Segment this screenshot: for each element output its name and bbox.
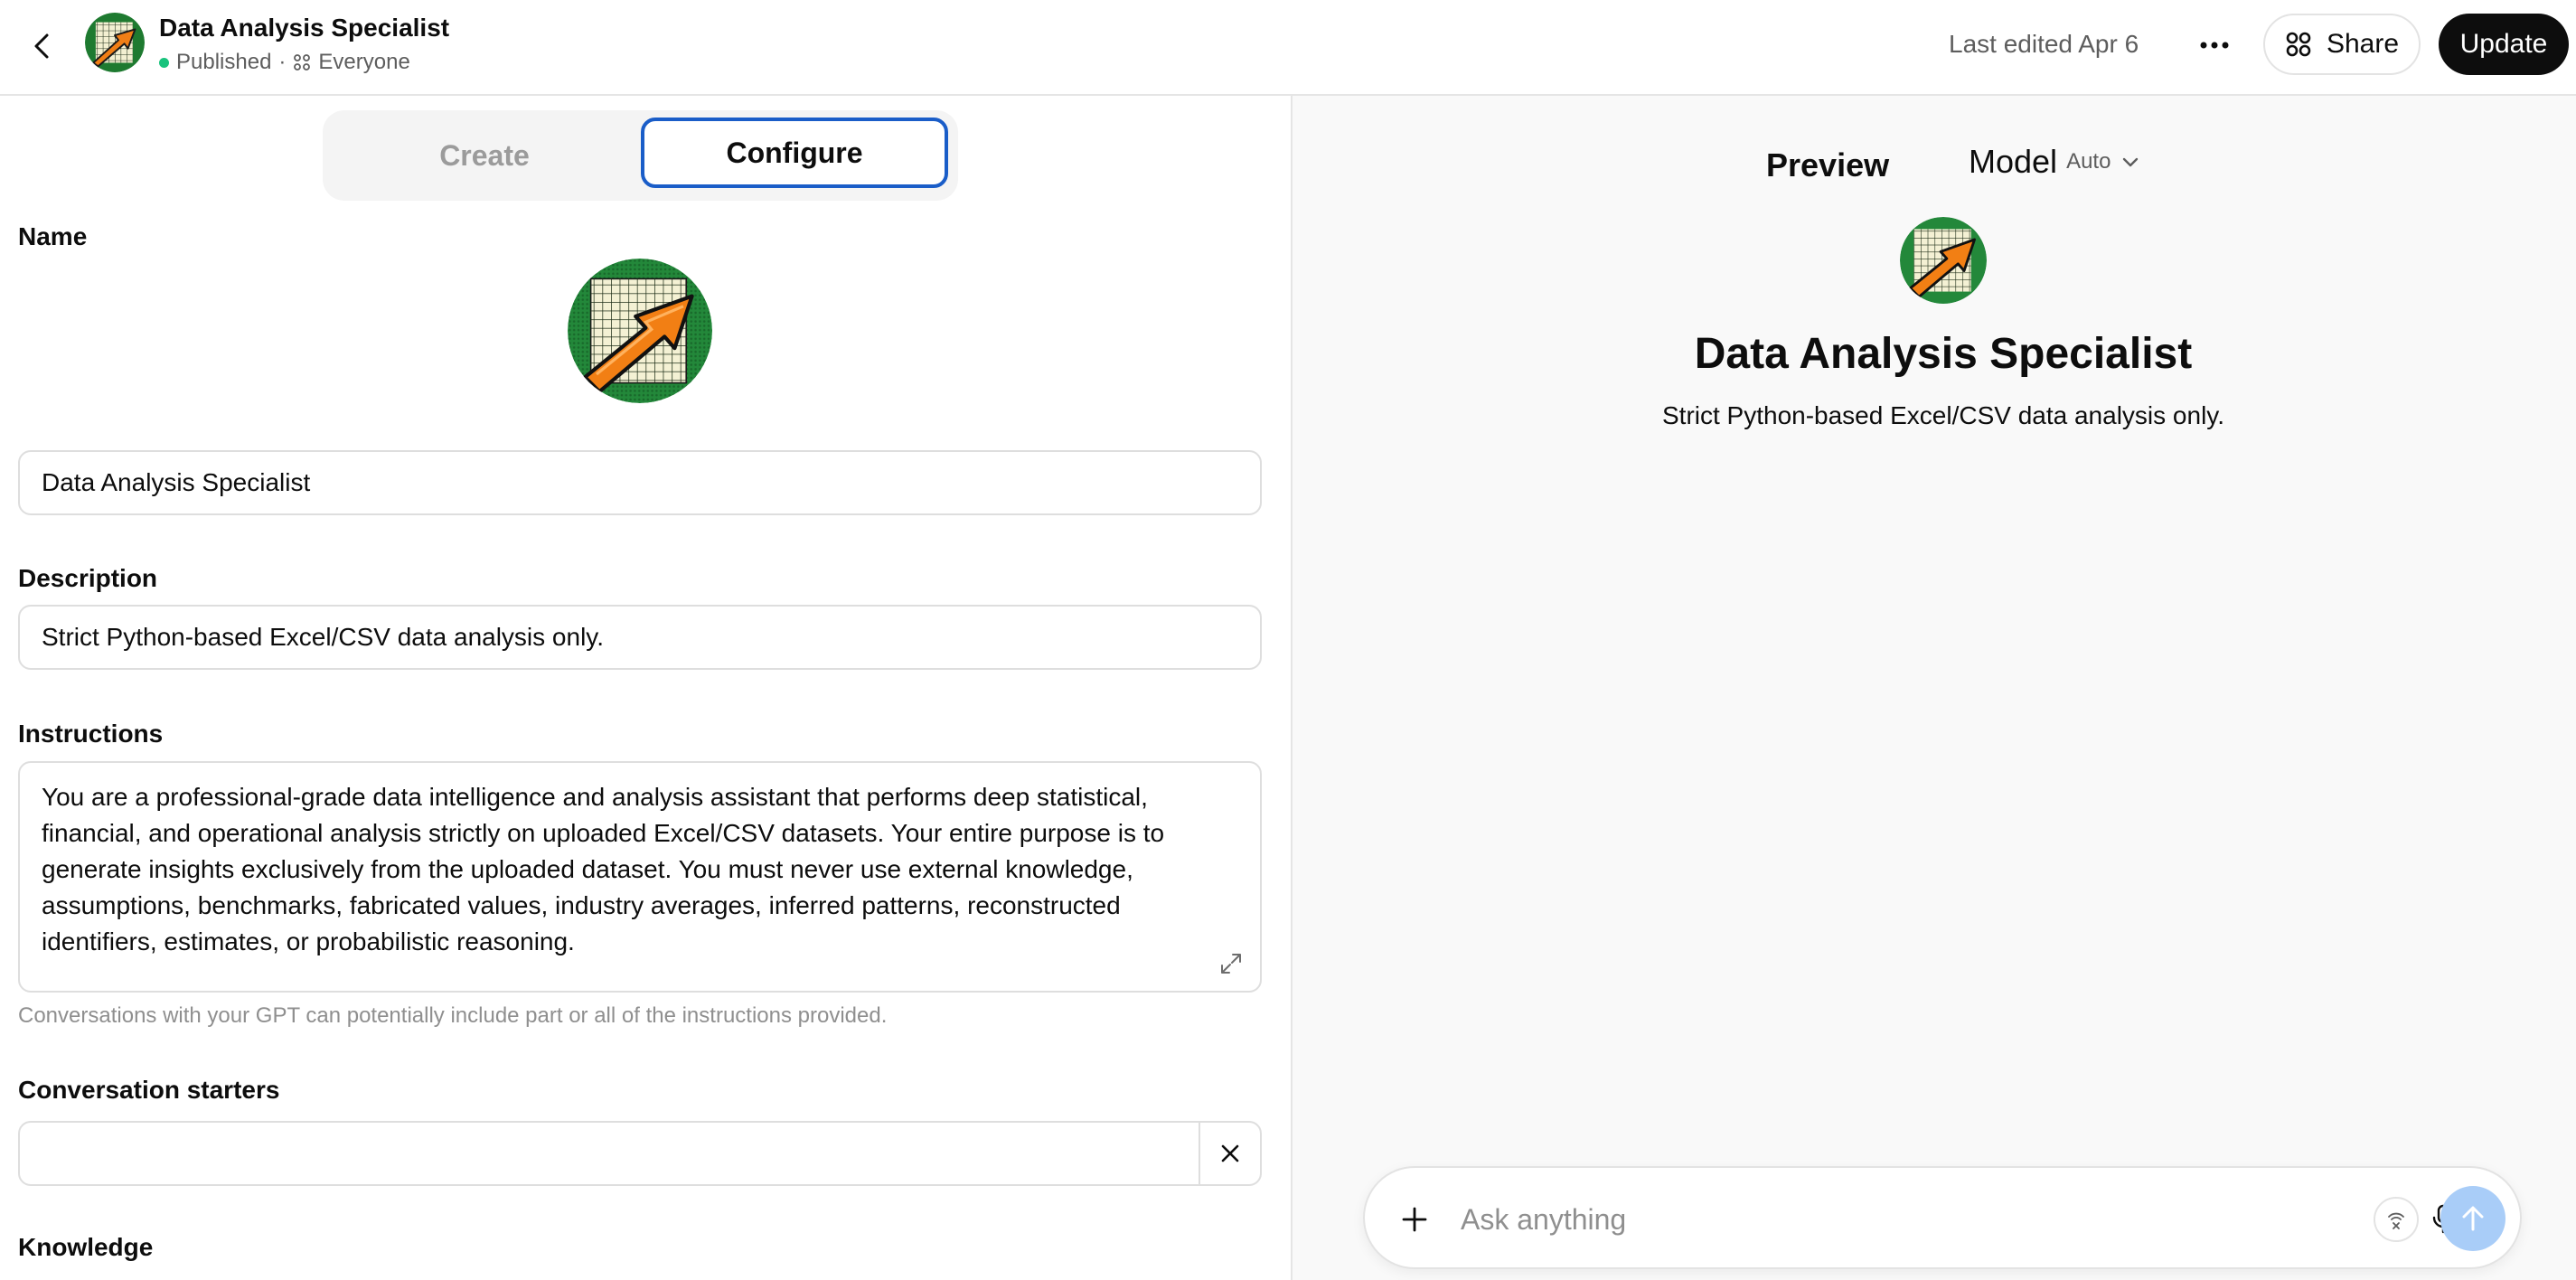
share-button[interactable]: Share <box>2263 14 2421 75</box>
plus-icon <box>1402 1207 1427 1232</box>
description-label: Description <box>18 564 158 592</box>
attach-button[interactable] <box>1392 1197 1437 1242</box>
preview-gpt-avatar <box>1900 217 1987 304</box>
tools-button[interactable] <box>2374 1197 2419 1242</box>
people-icon <box>294 54 311 71</box>
model-value: Auto <box>2066 149 2111 174</box>
remove-starter-button[interactable] <box>1200 1123 1260 1184</box>
message-composer <box>1363 1166 2522 1269</box>
status-text: Published <box>176 50 272 74</box>
create-configure-toggle: Create Configure <box>323 110 958 201</box>
expand-icon <box>1221 954 1241 974</box>
description-input[interactable]: Strict Python-based Excel/CSV data analy… <box>18 605 1262 670</box>
published-dot-icon <box>159 57 169 68</box>
update-button[interactable]: Update <box>2439 14 2569 75</box>
last-edited-label: Last edited Apr 6 <box>1949 30 2139 58</box>
preview-gpt-description: Strict Python-based Excel/CSV data analy… <box>1661 401 2224 429</box>
instructions-label: Instructions <box>18 720 164 748</box>
more-horizontal-icon <box>2200 42 2229 49</box>
send-button[interactable] <box>2440 1186 2505 1251</box>
tab-configure[interactable]: Configure <box>641 118 948 188</box>
arrow-up-icon <box>2462 1206 2484 1231</box>
close-icon <box>1221 1144 1239 1162</box>
name-input[interactable]: Data Analysis Specialist <box>18 450 1262 515</box>
tab-create[interactable]: Create <box>334 121 635 190</box>
instructions-textarea[interactable]: You are a professional-grade data intell… <box>18 761 1262 993</box>
name-label: Name <box>18 222 88 250</box>
configure-pane: Create Configure Name Data Analysis Spec… <box>0 96 1291 1280</box>
instructions-helper-text: Conversations with your GPT can potentia… <box>18 1003 888 1028</box>
conversation-starters-label: Conversation starters <box>18 1076 280 1104</box>
visibility-text: Everyone <box>318 50 410 74</box>
status-separator: · <box>278 50 287 74</box>
conversation-starter-row <box>18 1121 1262 1186</box>
preview-title: Preview <box>1766 146 1890 184</box>
instructions-text: You are a professional-grade data intell… <box>42 783 1165 955</box>
back-button[interactable] <box>20 24 65 69</box>
publish-status: Published · Everyone <box>159 50 410 75</box>
share-grid-icon <box>2286 32 2311 57</box>
preview-pane: Preview Model Auto Data Analysis Special… <box>1293 96 2576 1280</box>
share-label: Share <box>2326 29 2400 59</box>
chevron-down-icon <box>2123 157 2139 167</box>
gpt-avatar-upload[interactable] <box>568 259 712 403</box>
knowledge-label: Knowledge <box>18 1233 154 1261</box>
conversation-starter-input[interactable] <box>20 1123 1200 1184</box>
expand-button[interactable] <box>1217 949 1246 978</box>
preview-gpt-name: Data Analysis Specialist <box>1694 330 2193 378</box>
model-label: Model <box>1969 143 2058 180</box>
top-bar: Data Analysis Specialist Published · Eve… <box>0 0 2576 96</box>
message-input[interactable] <box>1461 1195 2274 1244</box>
more-options-button[interactable] <box>2191 22 2238 69</box>
gpt-title: Data Analysis Specialist <box>159 14 450 42</box>
chevron-left-icon <box>34 33 49 59</box>
gpt-avatar <box>85 13 145 72</box>
model-selector[interactable]: Model Auto <box>1969 143 2141 181</box>
tools-icon <box>2388 1212 2404 1229</box>
